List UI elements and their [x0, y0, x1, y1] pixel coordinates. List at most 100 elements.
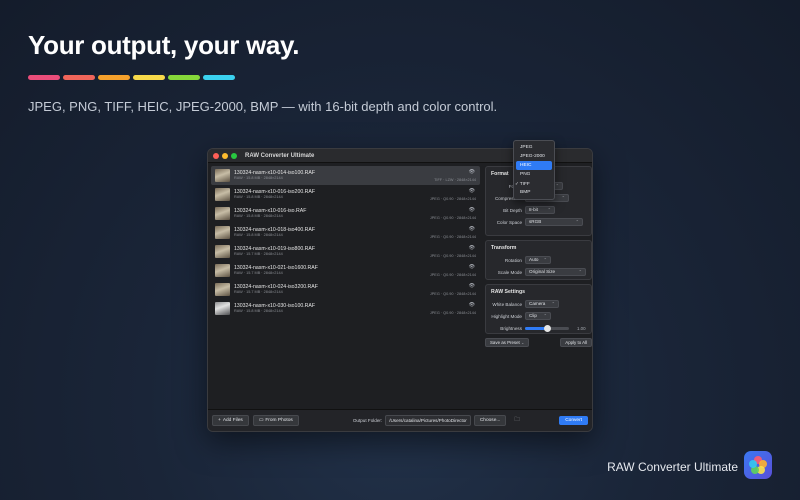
file-output-info: TIFF · LZW · 2848×2144: [434, 178, 476, 182]
file-info: 130324-nasm-x10-024-iso3200.RAF RAW · 15.…: [234, 284, 318, 295]
chevron-updown-icon: ⌃: [547, 207, 551, 212]
hero-title: Your output, your way.: [28, 30, 300, 60]
bit-depth-select[interactable]: 8-bit ⌃: [525, 206, 555, 214]
bit-depth-label: Bit Depth: [503, 207, 522, 213]
rotation-select[interactable]: Auto ⌃: [525, 256, 551, 264]
hero-subtitle: JPEG, PNG, TIFF, HEIC, JPEG-2000, BMP — …: [28, 99, 498, 114]
file-thumbnail: [215, 207, 230, 220]
file-info: 130324-nasm-x10-019-iso800.RAF RAW · 15.7…: [234, 246, 315, 257]
settings-sidebar: Format Forma TIFF⌃ Compression ⌃ Bit Dep…: [485, 166, 592, 410]
brightness-slider[interactable]: [525, 324, 569, 332]
color-stripe: [63, 75, 95, 80]
flower-logo-icon: [749, 456, 767, 474]
close-window-button[interactable]: [213, 152, 219, 159]
output-folder-label: Output Folder:: [352, 418, 383, 423]
file-output-info: JPEG · Q0.90 · 2848×2144: [429, 235, 476, 239]
white-balance-value: Camera: [529, 301, 546, 306]
color-stripe: [168, 75, 200, 80]
file-row[interactable]: 130324-nasm-x10-024-iso3200.RAF RAW · 15.…: [211, 280, 480, 299]
eye-icon[interactable]: 👁: [469, 226, 475, 232]
chevron-updown-icon: ⌃: [543, 257, 547, 262]
format-dropdown-menu: JPEGJPEG-2000HEICPNGTIFFBMP: [513, 140, 555, 200]
chevron-updown-icon: ⌃: [543, 313, 547, 318]
zoom-window-button[interactable]: [231, 152, 237, 159]
from-photos-button[interactable]: ▭ From Photos: [252, 415, 299, 426]
file-info: 130324-nasm-x10-014-iso100.RAF RAW · 15.8…: [234, 170, 315, 181]
color-stripe: [98, 75, 130, 80]
scale-mode-label: Scale Mode: [497, 269, 522, 275]
apply-to-all-button[interactable]: Apply to All: [560, 338, 592, 347]
format-option[interactable]: JPEG-2000: [514, 152, 554, 161]
format-option[interactable]: BMP: [514, 188, 554, 197]
file-row[interactable]: 130324-nasm-x10-016-iso.RAF RAW · 15.8 MB…: [211, 204, 480, 223]
color-stripe: [133, 75, 165, 80]
brand-label: RAW Converter Ultimate: [607, 460, 738, 474]
eye-icon[interactable]: 👁: [469, 207, 475, 213]
format-option[interactable]: TIFF: [514, 179, 554, 188]
photos-icon: ▭: [258, 418, 264, 423]
file-info: 130324-nasm-x10-021-iso1600.RAF RAW · 15.…: [234, 265, 318, 276]
file-thumbnail: [215, 264, 230, 277]
file-row[interactable]: 130324-nasm-x10-014-iso100.RAF RAW · 15.8…: [211, 166, 480, 185]
output-folder-path: /Users/catalina/Pictures/PhotoDirector: [385, 415, 471, 426]
chevron-down-icon: ⌄: [521, 340, 525, 345]
rotation-value: Auto: [529, 257, 539, 262]
file-info: 130324-nasm-x10-016-iso200.RAF RAW · 15.8…: [234, 189, 315, 200]
plus-icon: +: [218, 418, 221, 423]
file-row[interactable]: 130324-nasm-x10-018-iso400.RAF RAW · 15.8…: [211, 223, 480, 242]
eye-icon[interactable]: 👁: [469, 283, 475, 289]
scale-mode-select[interactable]: Original Size ⌃: [525, 268, 586, 276]
add-files-label: Add Files: [222, 418, 243, 423]
color-space-select[interactable]: sRGB ⌃: [525, 218, 583, 226]
file-info: 130324-nasm-x10-030-iso100.RAF RAW · 15.8…: [234, 303, 315, 314]
scale-mode-value: Original Size: [529, 269, 556, 274]
format-option[interactable]: HEIC: [516, 161, 552, 170]
file-meta: RAW · 15.8 MB · 2848×2144: [234, 233, 283, 237]
file-thumbnail: [215, 169, 230, 182]
format-option[interactable]: PNG: [514, 170, 554, 179]
brightness-value: 1.00: [577, 325, 586, 331]
highlight-mode-value: Clip: [529, 313, 537, 318]
bit-depth-value: 8-bit: [529, 207, 538, 212]
convert-button[interactable]: Convert: [559, 416, 588, 425]
file-output-info: JPEG · Q0.90 · 2848×2144: [429, 197, 476, 201]
file-thumbnail: [215, 283, 230, 296]
minimize-window-button[interactable]: [222, 152, 228, 159]
file-meta: RAW · 15.7 MB · 2848×2144: [234, 290, 283, 294]
format-option[interactable]: JPEG: [514, 143, 554, 152]
color-space-label: Color Space: [496, 219, 522, 225]
eye-icon[interactable]: 👁: [469, 264, 475, 270]
eye-icon[interactable]: 👁: [469, 245, 475, 251]
brightness-slider-knob[interactable]: [543, 324, 551, 332]
transform-panel: Transform Rotation Auto ⌃ Scale Mode Orig…: [485, 240, 592, 280]
preset-row: Save as Preset ⌄ Apply to All: [485, 338, 592, 347]
file-info: 130324-nasm-x10-018-iso400.RAF RAW · 15.8…: [234, 227, 315, 238]
file-row[interactable]: 130324-nasm-x10-016-iso200.RAF RAW · 15.8…: [211, 185, 480, 204]
white-balance-row: White Balance Camera ⌃: [491, 299, 586, 309]
eye-icon[interactable]: 👁: [469, 302, 475, 308]
file-info: 130324-nasm-x10-016-iso.RAF RAW · 15.8 MB…: [234, 208, 306, 219]
file-list: 130324-nasm-x10-014-iso100.RAF RAW · 15.8…: [211, 166, 480, 410]
file-thumbnail: [215, 188, 230, 201]
eye-icon[interactable]: 👁: [469, 169, 475, 175]
folder-icon[interactable]: 🗀: [514, 416, 520, 425]
color-stripe: [203, 75, 235, 80]
highlight-mode-select[interactable]: Clip ⌃: [525, 312, 551, 320]
logo-petal-icon: [749, 460, 757, 468]
file-row[interactable]: 130324-nasm-x10-019-iso800.RAF RAW · 15.7…: [211, 242, 480, 261]
white-balance-select[interactable]: Camera ⌃: [525, 300, 559, 308]
chevron-updown-icon: ⌃: [575, 219, 579, 224]
chevron-updown-icon: ⌃: [551, 301, 555, 306]
rotation-row: Rotation Auto ⌃: [491, 255, 586, 265]
save-preset-button[interactable]: Save as Preset ⌄: [485, 338, 530, 347]
file-meta: RAW · 15.8 MB · 2848×2144: [234, 195, 283, 199]
file-thumbnail: [215, 226, 230, 239]
add-files-button[interactable]: + Add Files: [212, 415, 249, 426]
file-row[interactable]: 130324-nasm-x10-030-iso100.RAF RAW · 15.8…: [211, 299, 480, 318]
choose-folder-button[interactable]: Choose...: [473, 415, 507, 426]
file-row[interactable]: 130324-nasm-x10-021-iso1600.RAF RAW · 15.…: [211, 261, 480, 280]
chevron-updown-icon: ⌃: [578, 269, 582, 274]
eye-icon[interactable]: 👁: [469, 188, 475, 194]
file-output-info: JPEG · Q0.90 · 2848×2144: [429, 216, 476, 220]
file-meta: RAW · 15.8 MB · 2848×2144: [234, 214, 283, 218]
